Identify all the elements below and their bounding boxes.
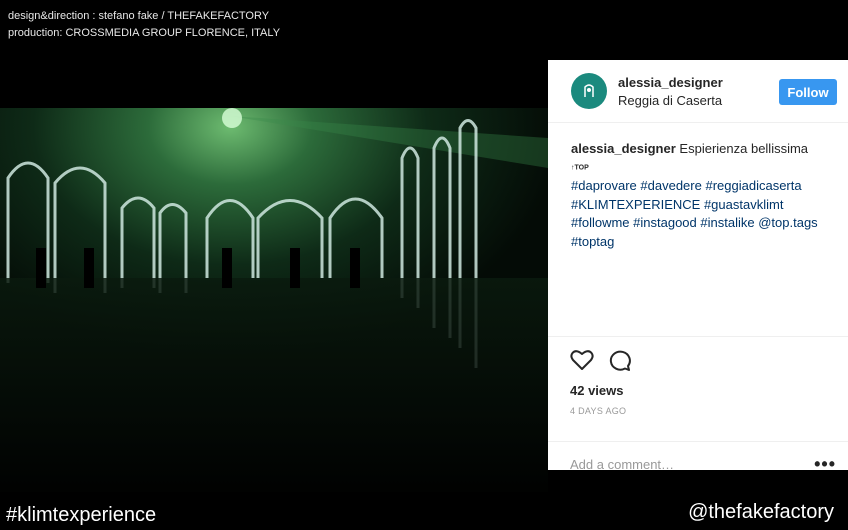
avatar-logo-icon	[584, 84, 594, 97]
hashtag[interactable]: #instalike	[700, 215, 754, 230]
comment-input[interactable]	[570, 456, 815, 472]
hashtag-caption: #klimtexperience	[6, 504, 157, 526]
hashtag[interactable]: #davedere	[640, 178, 701, 193]
instagram-post-panel: alessia_designer Reggia di Caserta Follo…	[548, 60, 848, 473]
user-block: alessia_designer Reggia di Caserta	[618, 75, 723, 108]
view-count: 42 views	[570, 383, 624, 398]
caption-username[interactable]: alessia_designer	[571, 141, 676, 156]
hashtag[interactable]: #guastavklimt	[704, 197, 783, 212]
hashtag[interactable]: #KLIMTEXPERIENCE	[571, 197, 700, 212]
hashtag[interactable]: #daprovare	[571, 178, 637, 193]
hashtag[interactable]: #followme	[571, 215, 630, 230]
top-emoji-icon: ↑TOP	[571, 163, 589, 171]
post-caption: alessia_designer Espierienza bellissima …	[548, 123, 848, 337]
post-location[interactable]: Reggia di Caserta	[618, 93, 723, 108]
post-header: alessia_designer Reggia di Caserta Follo…	[548, 60, 848, 123]
heart-icon[interactable]	[570, 349, 594, 371]
hashtag[interactable]: #reggiadicaserta	[705, 178, 801, 193]
video-frame	[0, 108, 548, 492]
comment-row: •••	[548, 442, 848, 486]
follow-button[interactable]: Follow	[779, 79, 837, 105]
caption-text: Espierienza bellissima	[679, 141, 809, 156]
action-icons	[570, 349, 826, 371]
handle-caption: @thefakefactory	[688, 501, 834, 523]
hashtag[interactable]: #instagood	[633, 215, 697, 230]
mention[interactable]: @top.tags	[758, 215, 817, 230]
hashtag[interactable]: #toptag	[571, 234, 614, 249]
credits-production: production: CROSSMEDIA GROUP FLORENCE, I…	[8, 27, 281, 39]
avatar[interactable]	[571, 73, 607, 109]
comment-icon[interactable]	[608, 349, 632, 371]
more-options-icon[interactable]: •••	[814, 455, 836, 473]
credits-direction: design&direction : stefano fake / THEFAK…	[8, 10, 270, 22]
post-date: 4 DAYS AGO	[570, 406, 627, 416]
post-actions: 42 views 4 DAYS AGO	[548, 337, 848, 442]
post-username[interactable]: alessia_designer	[618, 75, 723, 90]
video-player[interactable]	[0, 108, 548, 492]
credits: design&direction : stefano fake / THEFAK…	[8, 8, 280, 42]
